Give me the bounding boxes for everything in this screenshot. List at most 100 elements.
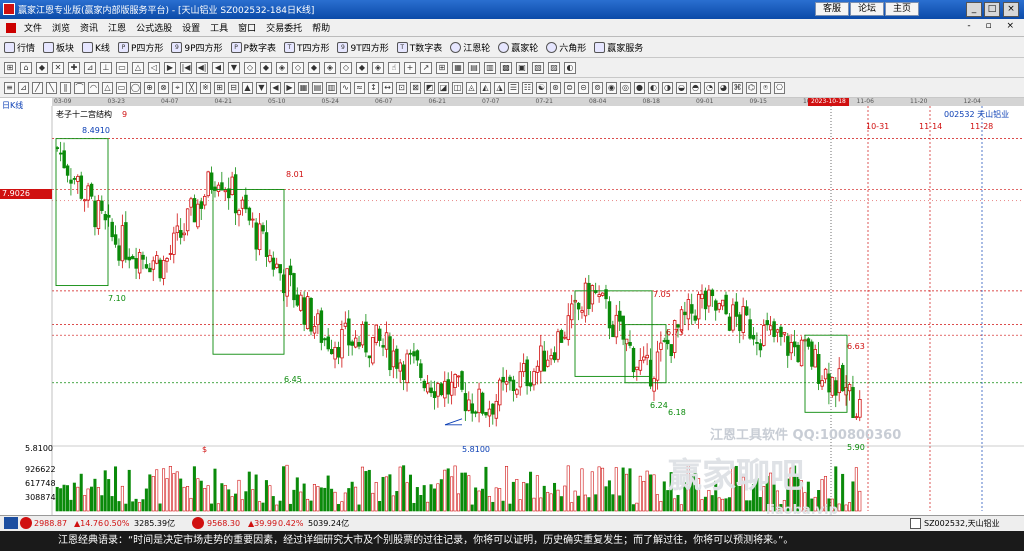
draw-tool-10-icon[interactable]: ◁ [148, 62, 160, 74]
draw-tool-28-icon[interactable]: ⊞ [436, 62, 448, 74]
draw-tool-7-icon[interactable]: ⊥ [100, 62, 112, 74]
draw-tool-33-icon[interactable]: ▣ [516, 62, 528, 74]
tool-gann-wheel[interactable]: 江恩轮 [450, 41, 490, 54]
line-tool-22-icon[interactable]: ▦ [298, 82, 309, 94]
line-tool-1-icon[interactable]: ≡ [4, 82, 15, 94]
draw-tool-6-icon[interactable]: ⊿ [84, 62, 96, 74]
line-tool-31-icon[interactable]: ◩ [424, 82, 435, 94]
draw-tool-3-icon[interactable]: ◆ [36, 62, 48, 74]
menu-help[interactable]: 帮助 [307, 21, 335, 34]
line-tool-27-icon[interactable]: ↕ [368, 82, 379, 94]
line-tool-52-icon[interactable]: ◕ [718, 82, 729, 94]
line-tool-15-icon[interactable]: ※ [200, 82, 211, 94]
kline-chart[interactable] [0, 106, 1024, 515]
draw-tool-23-icon[interactable]: ◆ [356, 62, 368, 74]
draw-tool-19-icon[interactable]: ◇ [292, 62, 304, 74]
line-tool-46-icon[interactable]: ● [634, 82, 645, 94]
line-tool-12-icon[interactable]: ⊗ [158, 82, 169, 94]
line-tool-4-icon[interactable]: ╲ [46, 82, 57, 94]
tool-quotes[interactable]: 行情 [4, 41, 35, 54]
draw-tool-13-icon[interactable]: ◀| [196, 62, 208, 74]
line-tool-7-icon[interactable]: ◠ [88, 82, 99, 94]
tool-winner-service[interactable]: 赢家服务 [594, 41, 643, 54]
draw-tool-25-icon[interactable]: ☝ [388, 62, 400, 74]
draw-tool-24-icon[interactable]: ◈ [372, 62, 384, 74]
draw-tool-18-icon[interactable]: ◈ [276, 62, 288, 74]
menu-window[interactable]: 窗口 [233, 21, 261, 34]
tool-9t-square[interactable]: 9 9T四方形 [337, 41, 389, 54]
draw-tool-32-icon[interactable]: ▩ [500, 62, 512, 74]
tool-kline[interactable]: K线 [82, 41, 110, 54]
menu-trade[interactable]: 交易委托 [261, 21, 307, 34]
line-tool-45-icon[interactable]: ◎ [620, 82, 631, 94]
line-tool-2-icon[interactable]: ⊿ [18, 82, 29, 94]
draw-tool-20-icon[interactable]: ◆ [308, 62, 320, 74]
draw-tool-16-icon[interactable]: ◇ [244, 62, 256, 74]
line-tool-48-icon[interactable]: ◑ [662, 82, 673, 94]
menu-formula-select[interactable]: 公式选股 [131, 21, 177, 34]
draw-tool-34-icon[interactable]: ▧ [532, 62, 544, 74]
tool-p-table[interactable]: P P数字表 [230, 41, 276, 54]
menu-browse[interactable]: 浏览 [47, 21, 75, 34]
tool-p-square[interactable]: P P四方形 [117, 41, 163, 54]
line-tool-6-icon[interactable]: ⌒ [74, 82, 85, 94]
draw-tool-36-icon[interactable]: ◐ [564, 62, 576, 74]
line-tool-34-icon[interactable]: ◬ [466, 82, 477, 94]
top-link-service[interactable]: 客服 [815, 2, 850, 16]
line-tool-36-icon[interactable]: ◮ [494, 82, 505, 94]
tool-9p-square[interactable]: 9 9P四方形 [171, 41, 223, 54]
draw-tool-1-icon[interactable]: ⊞ [4, 62, 16, 74]
line-tool-20-icon[interactable]: ◀ [270, 82, 281, 94]
line-tool-55-icon[interactable]: ⍟ [760, 82, 771, 94]
close-button[interactable]: × [1003, 2, 1019, 17]
line-tool-54-icon[interactable]: ⌬ [746, 82, 757, 94]
line-tool-8-icon[interactable]: △ [102, 82, 113, 94]
tool-sectors[interactable]: 板块 [43, 41, 74, 54]
line-tool-24-icon[interactable]: ▥ [326, 82, 337, 94]
line-tool-19-icon[interactable]: ▼ [256, 82, 267, 94]
line-tool-44-icon[interactable]: ◉ [606, 82, 617, 94]
top-link-home[interactable]: 主页 [885, 2, 920, 16]
line-tool-29-icon[interactable]: ⊡ [396, 82, 407, 94]
draw-tool-35-icon[interactable]: ▨ [548, 62, 560, 74]
line-tool-21-icon[interactable]: ▶ [284, 82, 295, 94]
top-link-forum[interactable]: 论坛 [850, 2, 885, 16]
draw-tool-5-icon[interactable]: ✚ [68, 62, 80, 74]
line-tool-25-icon[interactable]: ∿ [340, 82, 351, 94]
line-tool-50-icon[interactable]: ◓ [690, 82, 701, 94]
line-tool-39-icon[interactable]: ☯ [536, 82, 547, 94]
line-tool-16-icon[interactable]: ⊞ [214, 82, 225, 94]
draw-tool-12-icon[interactable]: |◀ [180, 62, 192, 74]
line-tool-33-icon[interactable]: ◫ [452, 82, 463, 94]
tool-t-table[interactable]: T T数字表 [396, 41, 442, 54]
line-tool-53-icon[interactable]: ⌘ [732, 82, 743, 94]
draw-tool-17-icon[interactable]: ◆ [260, 62, 272, 74]
draw-tool-27-icon[interactable]: ↗ [420, 62, 432, 74]
line-tool-23-icon[interactable]: ▤ [312, 82, 323, 94]
line-tool-40-icon[interactable]: ⊛ [550, 82, 561, 94]
draw-tool-4-icon[interactable]: ✕ [52, 62, 64, 74]
line-tool-26-icon[interactable]: ≈ [354, 82, 365, 94]
line-tool-11-icon[interactable]: ⊕ [144, 82, 155, 94]
line-tool-10-icon[interactable]: ◯ [130, 82, 141, 94]
line-tool-30-icon[interactable]: ⊠ [410, 82, 421, 94]
line-tool-47-icon[interactable]: ◐ [648, 82, 659, 94]
draw-tool-14-icon[interactable]: ◀ [212, 62, 224, 74]
maximize-button[interactable]: □ [984, 2, 1000, 17]
draw-tool-8-icon[interactable]: ▭ [116, 62, 128, 74]
line-tool-14-icon[interactable]: ╳ [186, 82, 197, 94]
draw-tool-31-icon[interactable]: ▥ [484, 62, 496, 74]
line-tool-28-icon[interactable]: ↔ [382, 82, 393, 94]
line-tool-17-icon[interactable]: ⊟ [228, 82, 239, 94]
line-tool-37-icon[interactable]: ☰ [508, 82, 519, 94]
draw-tool-2-icon[interactable]: ⌂ [20, 62, 32, 74]
menu-file[interactable]: 文件 [19, 21, 47, 34]
line-tool-49-icon[interactable]: ◒ [676, 82, 687, 94]
line-tool-56-icon[interactable]: ⎔ [774, 82, 785, 94]
line-tool-38-icon[interactable]: ☷ [522, 82, 533, 94]
draw-tool-15-icon[interactable]: ▼ [228, 62, 240, 74]
line-tool-41-icon[interactable]: ⊜ [564, 82, 575, 94]
stock-status-icon[interactable] [910, 518, 921, 529]
draw-tool-26-icon[interactable]: + [404, 62, 416, 74]
line-tool-43-icon[interactable]: ⊚ [592, 82, 603, 94]
